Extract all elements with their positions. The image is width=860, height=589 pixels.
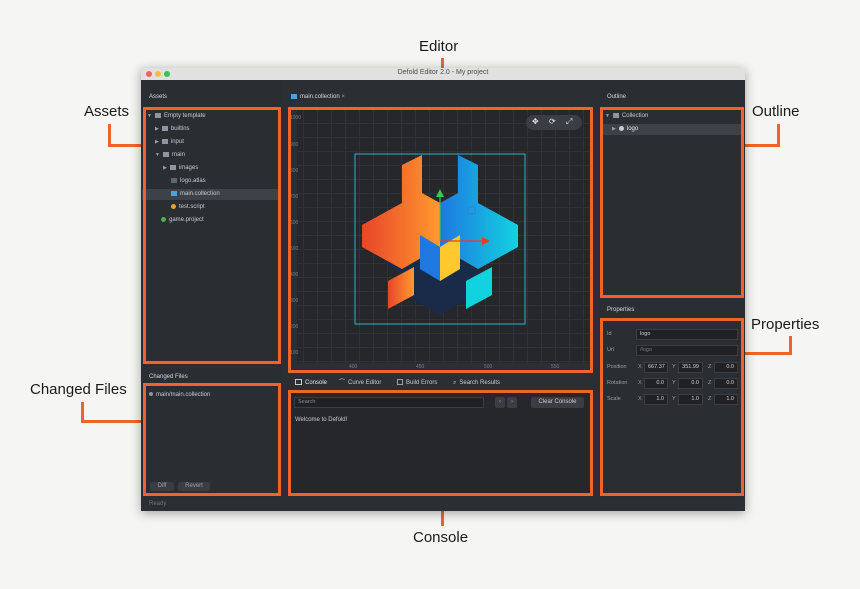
callout-outline: Outline <box>752 103 800 120</box>
search-icon: ⌕ <box>453 380 457 386</box>
connector-assets <box>108 124 111 146</box>
assets-header: Assets <box>149 94 168 100</box>
callout-properties: Properties <box>751 316 820 333</box>
tab-search-results[interactable]: ⌕ Search Results <box>453 378 500 389</box>
highlight-outline <box>600 107 744 298</box>
tab-build-errors[interactable]: Build Errors <box>397 378 437 389</box>
title-bar: Defold Editor 2.0 - My project <box>141 68 745 80</box>
callout-assets: Assets <box>84 103 130 120</box>
callout-changed-files: Changed Files <box>30 381 127 398</box>
connector-outline <box>777 124 780 146</box>
callout-console: Console <box>413 529 469 546</box>
collection-icon <box>291 93 297 99</box>
highlight-editor <box>288 107 593 373</box>
highlight-console <box>288 390 593 496</box>
connector-changed-files <box>81 402 84 422</box>
callout-editor: Editor <box>419 38 459 55</box>
window-title: Defold Editor 2.0 - My project <box>397 69 489 76</box>
build-errors-icon <box>397 379 403 386</box>
tab-label: Console <box>305 380 328 386</box>
outline-header: Outline <box>607 94 627 100</box>
properties-header: Properties <box>607 307 635 313</box>
connector-assets <box>108 144 144 147</box>
highlight-changed-files <box>143 383 281 496</box>
connector-properties <box>742 352 792 355</box>
tab-label: Build Errors <box>406 380 438 386</box>
connector-outline <box>742 144 780 147</box>
curve-icon: ⌒ <box>339 380 346 386</box>
changed-files-header: Changed Files <box>149 374 188 380</box>
tab-main-collection[interactable]: main.collection × <box>291 92 345 103</box>
tab-console[interactable]: Console <box>295 378 327 389</box>
tab-curve-editor[interactable]: ⌒ Curve Editor <box>339 378 381 389</box>
status-bar: Ready <box>149 501 167 507</box>
tab-label: Curve Editor <box>348 380 382 386</box>
close-tab-icon[interactable]: × <box>341 94 345 100</box>
console-icon <box>295 379 302 386</box>
highlight-assets <box>143 107 281 364</box>
highlight-properties <box>600 318 744 496</box>
tab-label: main.collection <box>300 94 340 100</box>
connector-changed-files <box>81 420 144 423</box>
tab-label: Search Results <box>459 380 501 386</box>
